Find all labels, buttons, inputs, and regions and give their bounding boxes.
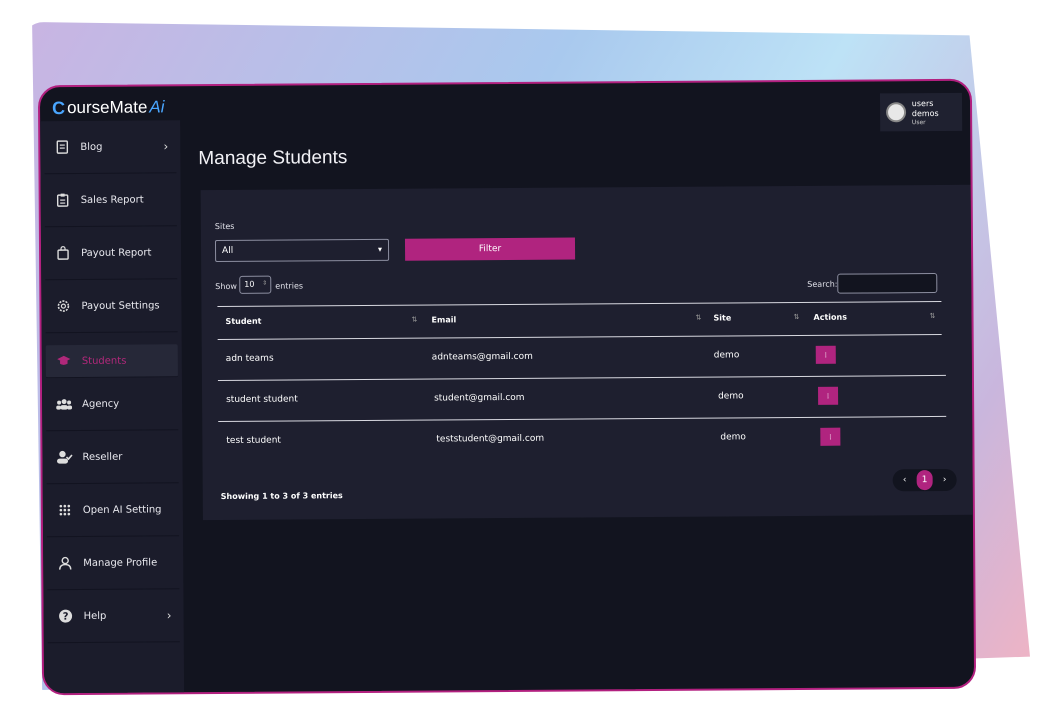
table-header: Student ⇅ Email ⇅ Site ⇅ Actions ⇅ (217, 300, 942, 341)
entries-label: entries (275, 281, 304, 291)
column-header-site[interactable]: Site (713, 313, 731, 322)
table-row: adn teams adnteams@gmail.com demo ⁝ (217, 334, 946, 382)
cell-student: test student (226, 435, 281, 446)
users-group-icon (56, 396, 73, 412)
avatar (886, 102, 906, 123)
row-actions-button[interactable]: ⁝ (818, 386, 839, 405)
chevron-right-icon: › (163, 139, 169, 154)
search-input[interactable] (837, 272, 938, 294)
sidebar-item-payout-settings[interactable]: Payout Settings (45, 279, 178, 334)
entries-value: 10 (244, 279, 255, 289)
page-title: Manage Students (198, 147, 348, 170)
user-menu[interactable]: users demos User (879, 92, 963, 132)
sites-select[interactable]: All ▾ (214, 238, 390, 263)
coursemate-logo[interactable]: CourseMate Ai (52, 96, 165, 119)
column-header-actions[interactable]: Actions (813, 313, 847, 322)
sidebar-item-payout-report[interactable]: Payout Report (44, 226, 178, 281)
sidebar-item-agency[interactable]: Agency (45, 377, 179, 432)
logo-text: ourseMate (66, 97, 148, 118)
sites-select-value: All (222, 245, 234, 256)
prev-page-button[interactable]: ‹ (897, 470, 913, 490)
user-role: User (911, 118, 926, 126)
cell-site: demo (718, 391, 744, 402)
sidebar-item-label: Students (81, 355, 127, 367)
cell-site: demo (713, 350, 740, 361)
user-outline-icon (57, 555, 73, 571)
sidebar-item-blog[interactable]: Blog › (44, 120, 177, 175)
app-window: CourseMate Ai users demos User Blog › Sal… (37, 78, 977, 696)
sidebar-item-manage-profile[interactable]: Manage Profile (47, 536, 180, 591)
cell-email: adnteams@gmail.com (431, 351, 533, 363)
chevron-right-icon: › (166, 608, 172, 623)
help-circle-icon: ? (58, 608, 74, 624)
entries-select[interactable]: 10 ⇕ (239, 275, 272, 294)
table-info: Showing 1 to 3 of 3 entries (220, 491, 343, 502)
students-card: Sites All ▾ Filter Show 10 ⇕ entries Sear… (200, 184, 973, 521)
sidebar-item-label: Help (83, 610, 107, 622)
filter-button[interactable]: Filter (404, 237, 576, 261)
cell-email: teststudent@gmail.com (436, 433, 545, 445)
sidebar-item-help[interactable]: ? Help › (47, 589, 180, 644)
sidebar-item-label: Manage Profile (83, 556, 158, 569)
sidebar-item-label: Reseller (82, 451, 123, 463)
sidebar: Blog › Sales Report Payout Report Payout… (40, 120, 185, 696)
row-actions-button[interactable]: ⁝ (820, 427, 841, 446)
search-label: Search: (807, 279, 838, 289)
logo-mark: C (51, 97, 66, 118)
sort-icon[interactable]: ⇅ (695, 314, 701, 322)
gear-icon (55, 298, 71, 314)
sort-icon[interactable]: ⇅ (411, 316, 417, 324)
sort-icon[interactable]: ⇅ (793, 313, 799, 321)
table-row: student student student@gmail.com demo ⁝ (217, 375, 947, 423)
sites-label: Sites (214, 221, 235, 232)
user-check-icon (56, 449, 73, 465)
cell-student: adn teams (225, 353, 274, 364)
next-page-button[interactable]: › (937, 470, 953, 490)
chevron-down-icon: ▾ (377, 244, 383, 254)
graduation-cap-icon (56, 353, 72, 369)
sidebar-item-sales-report[interactable]: Sales Report (44, 173, 177, 228)
clipboard-icon (55, 192, 71, 208)
sidebar-item-label: Open AI Setting (82, 503, 162, 516)
svg-text:?: ? (63, 612, 69, 623)
cell-site: demo (720, 432, 746, 443)
shopping-bag-icon (55, 245, 71, 261)
cell-student: student student (226, 394, 298, 405)
row-actions-button[interactable]: ⁝ (815, 345, 836, 364)
document-icon (54, 139, 70, 155)
spinner-icon: ⇕ (262, 279, 268, 287)
page-1-button[interactable]: 1 (916, 470, 933, 491)
sidebar-item-label: Sales Report (80, 194, 144, 206)
sidebar-item-open-ai-setting[interactable]: Open AI Setting (46, 483, 180, 538)
pagination: ‹ 1 › (892, 468, 957, 492)
user-name: users demos (911, 98, 939, 118)
sidebar-item-label: Blog (80, 141, 103, 153)
cell-email: student@gmail.com (434, 392, 525, 404)
sidebar-item-label: Payout Report (81, 246, 152, 259)
table-row: test student teststudent@gmail.com demo … (218, 417, 946, 462)
sidebar-item-label: Payout Settings (81, 299, 160, 312)
sort-icon[interactable]: ⇅ (929, 312, 935, 320)
sidebar-item-students[interactable]: Students (45, 344, 178, 379)
column-header-email[interactable]: Email (431, 315, 456, 324)
logo-ai: Ai (149, 97, 165, 117)
column-header-student[interactable]: Student (226, 317, 262, 326)
show-label: Show (215, 281, 237, 292)
sidebar-item-label: Agency (82, 398, 120, 410)
sidebar-item-reseller[interactable]: Reseller (46, 430, 179, 485)
grid-dots-icon (57, 502, 73, 518)
